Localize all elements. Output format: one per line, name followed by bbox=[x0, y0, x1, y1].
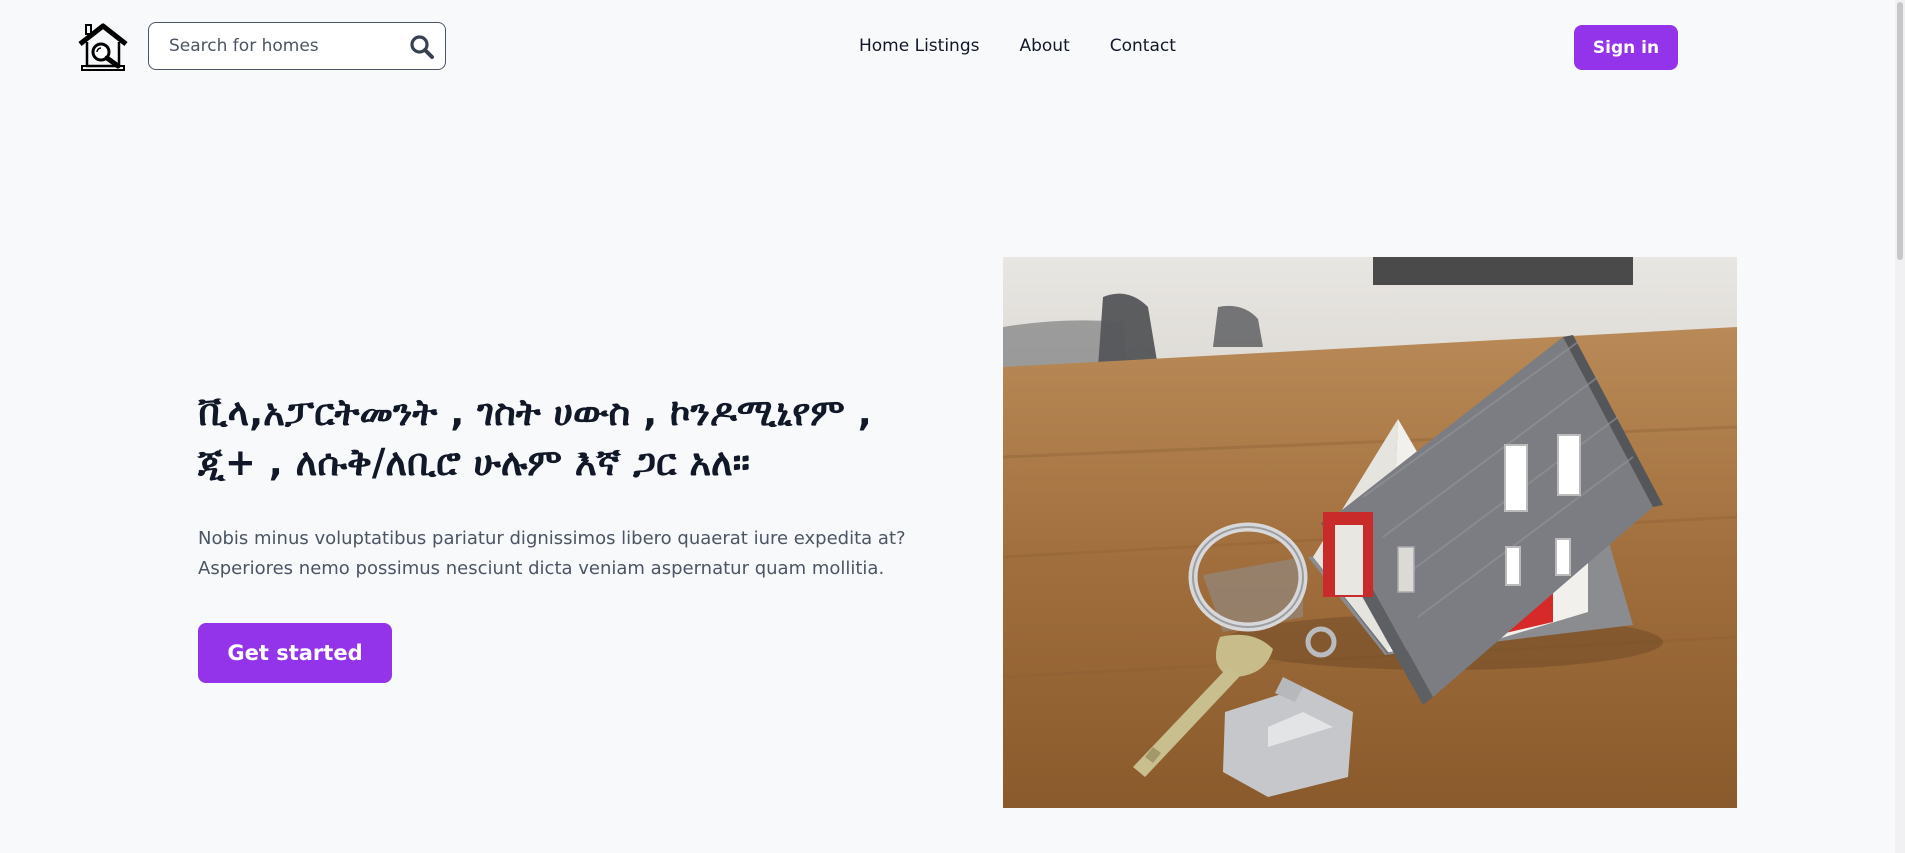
nav-contact[interactable]: Contact bbox=[1110, 36, 1176, 56]
house-magnifier-logo-icon[interactable] bbox=[78, 22, 128, 72]
hero-description: Nobis minus voluptatibus pariatur dignis… bbox=[198, 528, 906, 579]
get-started-button[interactable]: Get started bbox=[198, 623, 392, 683]
search-input[interactable] bbox=[149, 25, 411, 67]
search-box bbox=[148, 22, 446, 70]
nav-home-listings[interactable]: Home Listings bbox=[859, 36, 979, 56]
nav-about[interactable]: About bbox=[1019, 36, 1069, 56]
scrollbar-thumb[interactable] bbox=[1897, 2, 1903, 260]
main-nav: Home Listings About Contact bbox=[859, 36, 1176, 56]
page-scrollbar[interactable] bbox=[1895, 0, 1905, 853]
sign-in-button[interactable]: Sign in bbox=[1574, 25, 1678, 70]
site-header: Home Listings About Contact Sign in bbox=[0, 0, 1895, 96]
hero-title: ቪላ,አፓርትመንት , ገስት ሀውስ , ኮንዶሚኒየም , ጂ+ , ለሱ… bbox=[198, 391, 872, 484]
house-model-with-keys-photo bbox=[1003, 257, 1737, 808]
search-icon[interactable] bbox=[409, 34, 435, 60]
